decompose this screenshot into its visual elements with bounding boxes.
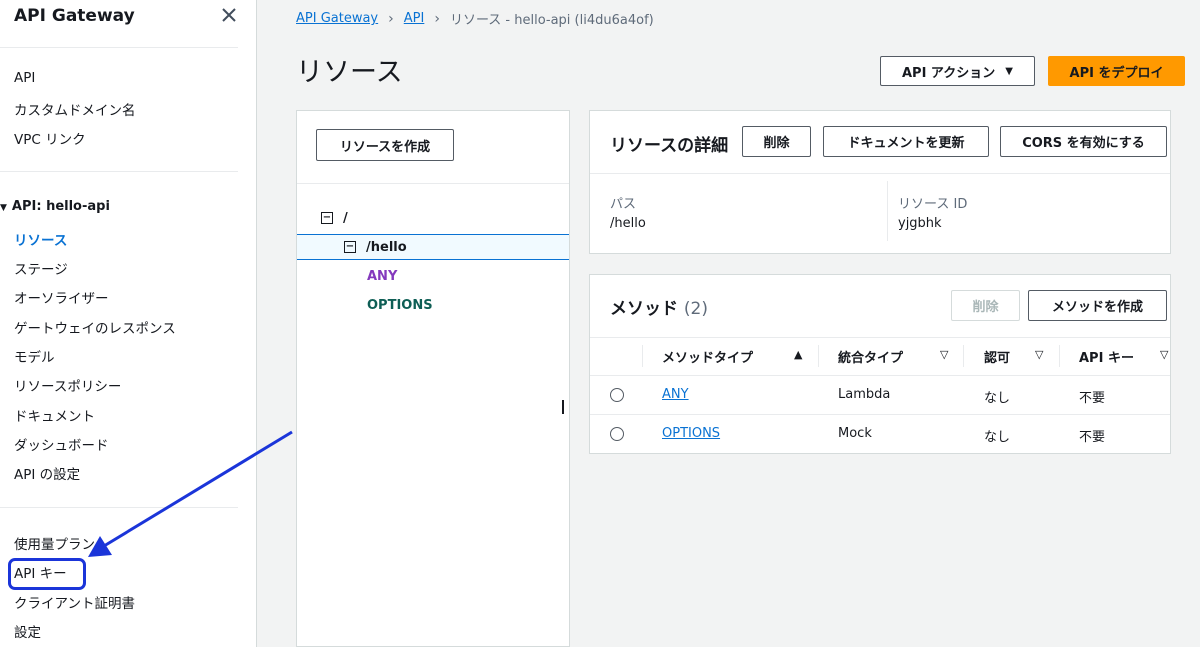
breadcrumb-current: リソース - hello-api (li4du6a4of)	[449, 13, 654, 28]
sidebar-item-documentation[interactable]: ドキュメント	[14, 405, 95, 425]
authorization-cell: なし	[984, 391, 1011, 406]
api-actions-button[interactable]: API アクション ▼	[880, 56, 1035, 86]
path-value: /hello	[610, 216, 646, 231]
divider	[0, 507, 238, 508]
close-icon[interactable]	[218, 4, 240, 26]
caret-down-icon: ▼	[1005, 65, 1013, 77]
column-divider	[818, 345, 819, 367]
tree-node-label: /	[343, 210, 348, 226]
update-documentation-button[interactable]: ドキュメントを更新	[823, 126, 989, 157]
column-header-integration-type[interactable]: 統合タイプ	[838, 347, 903, 366]
tree-node-hello[interactable]: − /hello	[297, 234, 569, 260]
sidebar-item-client-certificates[interactable]: クライアント証明書	[14, 592, 135, 612]
method-link-any[interactable]: ANY	[662, 387, 689, 402]
column-header-method-type[interactable]: メソッドタイプ	[662, 347, 753, 366]
sidebar-item-custom-domains[interactable]: カスタムドメイン名	[14, 99, 136, 119]
sidebar-item-gateway-responses[interactable]: ゲートウェイのレスポンス	[14, 317, 176, 337]
enable-cors-button[interactable]: CORS を有効にする	[1000, 126, 1167, 157]
divider	[590, 337, 1170, 338]
page-title: リソース	[296, 57, 403, 88]
sidebar-item-api[interactable]: API	[14, 70, 35, 86]
column-divider	[642, 345, 643, 367]
highlight-annotation-box	[8, 558, 86, 590]
resource-details-title: リソースの詳細	[610, 136, 729, 156]
methods-title-text: メソッド	[610, 299, 678, 319]
column-divider	[963, 345, 964, 367]
authorization-cell: なし	[984, 430, 1011, 445]
sort-ascending-icon[interactable]: ▲	[794, 348, 802, 361]
methods-panel: メソッド (2) 削除 メソッドを作成 メソッドタイプ ▲ 統合タイプ ▽ 認可…	[589, 274, 1171, 454]
divider	[590, 375, 1170, 376]
sidebar-item-stages[interactable]: ステージ	[14, 258, 68, 278]
sidebar-item-dashboard[interactable]: ダッシュボード	[14, 434, 109, 454]
sidebar-item-resource-policy[interactable]: リソースポリシー	[14, 375, 121, 395]
delete-resource-button[interactable]: 削除	[742, 126, 811, 157]
resource-id-label: リソース ID	[898, 197, 968, 212]
collapse-icon[interactable]: −	[344, 241, 356, 253]
breadcrumb: API Gateway › API › リソース - hello-api (li…	[296, 9, 654, 29]
sidebar-item-models[interactable]: モデル	[14, 346, 55, 366]
api-key-cell: 不要	[1079, 391, 1106, 406]
caret-down-icon: ▼	[0, 203, 7, 213]
tree-method-options[interactable]: OPTIONS	[297, 292, 569, 318]
chevron-right-icon: ›	[434, 10, 440, 27]
delete-method-button[interactable]: 削除	[951, 290, 1020, 321]
methods-title: メソッド (2)	[610, 294, 708, 319]
tree-method-any[interactable]: ANY	[297, 263, 569, 289]
divider	[0, 171, 238, 172]
divider	[887, 181, 888, 241]
deploy-api-button[interactable]: API をデプロイ	[1048, 56, 1185, 86]
resource-id-value: yjgbhk	[898, 216, 942, 231]
sidebar-item-usage-plans[interactable]: 使用量プラン	[14, 533, 95, 553]
panel-resize-handle[interactable]	[562, 400, 564, 414]
sort-icon[interactable]: ▽	[1160, 348, 1168, 361]
path-label: パス	[610, 197, 637, 212]
divider	[0, 47, 238, 48]
column-header-authorization[interactable]: 認可	[984, 347, 1010, 366]
sidebar-item-api-settings[interactable]: API の設定	[14, 463, 80, 483]
resource-details-panel: リソースの詳細 削除 ドキュメントを更新 CORS を有効にする パス /hel…	[589, 110, 1171, 254]
method-link-options[interactable]: OPTIONS	[662, 426, 720, 441]
resource-tree-panel: リソースを作成 − / − /hello ANY OPTIONS	[296, 110, 570, 647]
tree-node-label: /hello	[366, 239, 407, 255]
collapse-icon[interactable]: −	[321, 212, 333, 224]
sidebar-title[interactable]: API Gateway	[14, 6, 135, 26]
integration-type-cell: Lambda	[838, 387, 891, 402]
side-navigation: API Gateway API カスタムドメイン名 VPC リンク ▼ API: …	[0, 0, 257, 647]
sort-icon[interactable]: ▽	[1035, 348, 1043, 361]
divider	[590, 414, 1170, 415]
integration-type-cell: Mock	[838, 426, 872, 441]
breadcrumb-link-api-gateway[interactable]: API Gateway	[296, 11, 378, 26]
row-select-radio[interactable]	[610, 427, 624, 441]
methods-count: (2)	[683, 299, 709, 319]
create-method-button[interactable]: メソッドを作成	[1028, 290, 1167, 321]
sort-icon[interactable]: ▽	[940, 348, 948, 361]
sidebar-group-api[interactable]: ▼ API: hello-api	[0, 199, 110, 214]
api-key-cell: 不要	[1079, 430, 1106, 445]
api-actions-label: API アクション	[901, 65, 996, 81]
column-divider	[1059, 345, 1060, 367]
sidebar-item-settings[interactable]: 設定	[14, 621, 41, 641]
sidebar-group-label: API: hello-api	[11, 199, 110, 214]
tree-node-root[interactable]: − /	[297, 205, 569, 231]
create-resource-button[interactable]: リソースを作成	[316, 129, 454, 161]
row-select-radio[interactable]	[610, 388, 624, 402]
sidebar-item-resources[interactable]: リソース	[14, 229, 67, 249]
divider	[297, 183, 569, 184]
divider	[590, 173, 1170, 174]
column-header-api-key[interactable]: API キー	[1079, 347, 1134, 366]
sidebar-item-vpc-links[interactable]: VPC リンク	[14, 128, 86, 148]
chevron-right-icon: ›	[388, 10, 394, 27]
breadcrumb-link-api[interactable]: API	[404, 11, 425, 26]
sidebar-item-authorizers[interactable]: オーソライザー	[14, 287, 109, 307]
